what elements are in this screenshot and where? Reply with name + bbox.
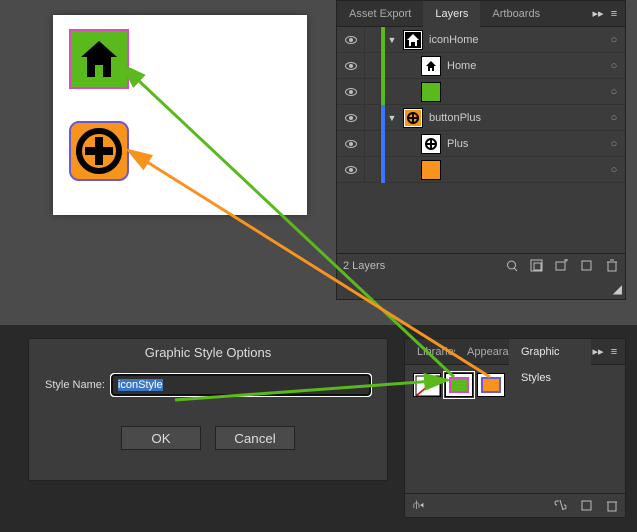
layer-color-bar xyxy=(381,79,385,105)
visibility-toggle[interactable] xyxy=(337,131,365,157)
layers-panel: Asset Export Layers Artboards ▸▸ ≡ ▼ icon… xyxy=(336,0,626,300)
eye-icon xyxy=(345,114,357,122)
layer-color-bar xyxy=(381,157,385,183)
ok-button[interactable]: OK xyxy=(121,426,201,450)
layer-thumbnail xyxy=(421,82,441,102)
tab-layers[interactable]: Layers xyxy=(423,1,480,27)
dialog-title: Graphic Style Options xyxy=(29,339,387,374)
delete-layer-icon[interactable] xyxy=(604,258,619,273)
style-swatch-row xyxy=(405,365,625,405)
layer-thumbnail xyxy=(421,160,441,180)
layer-name[interactable]: buttonPlus xyxy=(427,112,603,124)
panel-resize-icon[interactable]: ◢ xyxy=(613,282,622,296)
layers-footer: 2 Layers xyxy=(337,253,625,277)
layer-rows: ▼ iconHome Home ▼ buttonPlus Plus xyxy=(337,27,625,183)
eye-icon xyxy=(345,62,357,70)
lock-column[interactable] xyxy=(365,53,381,79)
lock-column[interactable] xyxy=(365,27,381,53)
make-clipping-mask-icon[interactable] xyxy=(529,258,544,273)
target-icon[interactable] xyxy=(603,112,625,124)
delete-style-icon[interactable] xyxy=(604,498,619,513)
new-sublayer-icon[interactable] xyxy=(554,258,569,273)
panel-collapse-icon[interactable]: ▸▸ xyxy=(591,7,605,21)
plus-circle-icon xyxy=(75,127,123,175)
disclosure-triangle-icon[interactable]: ▼ xyxy=(385,35,399,45)
tab-asset-export[interactable]: Asset Export xyxy=(337,1,423,27)
layer-name[interactable]: Plus xyxy=(445,138,603,150)
tab-artboards[interactable]: Artboards xyxy=(480,1,552,27)
break-link-icon[interactable] xyxy=(554,498,569,513)
visibility-toggle[interactable] xyxy=(337,53,365,79)
layers-panel-tabs: Asset Export Layers Artboards ▸▸ ≡ xyxy=(337,1,625,27)
tab-libraries[interactable]: Libraries xyxy=(405,339,455,365)
layer-thumbnail xyxy=(421,56,441,76)
eye-icon xyxy=(345,140,357,148)
eye-icon xyxy=(345,166,357,174)
styles-library-menu-icon[interactable]: ⫛◂ xyxy=(411,498,426,513)
target-icon[interactable] xyxy=(603,60,625,72)
house-icon xyxy=(77,37,121,81)
layer-row[interactable]: ▼ iconHome xyxy=(337,27,625,53)
new-style-icon[interactable] xyxy=(579,498,594,513)
eye-icon xyxy=(345,36,357,44)
graphic-style-options-dialog: Graphic Style Options Style Name: OK Can… xyxy=(28,338,388,481)
cancel-button[interactable]: Cancel xyxy=(215,426,295,450)
layer-color-bar xyxy=(381,131,385,157)
new-layer-icon[interactable] xyxy=(579,258,594,273)
lock-column[interactable] xyxy=(365,157,381,183)
gs-footer: ⫛◂ xyxy=(405,493,625,517)
disclosure-triangle-icon[interactable]: ▼ xyxy=(385,113,399,123)
layer-thumbnail xyxy=(421,134,441,154)
style-name-input[interactable] xyxy=(111,374,371,396)
target-icon[interactable] xyxy=(603,34,625,46)
style-name-label: Style Name: xyxy=(45,379,105,391)
visibility-toggle[interactable] xyxy=(337,27,365,53)
visibility-toggle[interactable] xyxy=(337,157,365,183)
layer-row[interactable]: Plus xyxy=(337,131,625,157)
eye-icon xyxy=(345,88,357,96)
layer-row[interactable] xyxy=(337,157,625,183)
layer-row[interactable] xyxy=(337,79,625,105)
visibility-toggle[interactable] xyxy=(337,79,365,105)
lock-column[interactable] xyxy=(365,131,381,157)
panel-menu-icon[interactable]: ≡ xyxy=(607,7,621,21)
layer-count: 2 Layers xyxy=(343,260,385,272)
layer-row[interactable]: ▼ buttonPlus xyxy=(337,105,625,131)
gs-menu-icon[interactable]: ≡ xyxy=(607,345,621,359)
target-icon[interactable] xyxy=(603,138,625,150)
gs-tabs: Libraries Appearance Graphic Styles ▸▸ ≡ xyxy=(405,339,625,365)
gs-collapse-icon[interactable]: ▸▸ xyxy=(591,345,605,359)
style-swatch-default-style[interactable] xyxy=(413,373,441,397)
layer-name[interactable]: iconHome xyxy=(427,34,603,46)
layer-row[interactable]: Home xyxy=(337,53,625,79)
target-icon[interactable] xyxy=(603,86,625,98)
target-icon[interactable] xyxy=(603,164,625,176)
lock-column[interactable] xyxy=(365,105,381,131)
layer-name[interactable]: Home xyxy=(445,60,603,72)
button-plus-art[interactable] xyxy=(69,121,129,181)
layer-thumbnail xyxy=(403,30,423,50)
lock-column[interactable] xyxy=(365,79,381,105)
artboard-canvas xyxy=(53,15,307,215)
tab-graphic-styles[interactable]: Graphic Styles xyxy=(509,339,591,365)
layer-thumbnail xyxy=(403,108,423,128)
icon-home-art[interactable] xyxy=(69,29,129,89)
style-swatch-icon-style[interactable] xyxy=(445,373,473,397)
visibility-toggle[interactable] xyxy=(337,105,365,131)
layer-color-bar xyxy=(381,53,385,79)
tab-appearance[interactable]: Appearance xyxy=(455,339,509,365)
style-swatch-button-style[interactable] xyxy=(477,373,505,397)
graphic-styles-panel: Libraries Appearance Graphic Styles ▸▸ ≡… xyxy=(404,338,626,518)
locate-object-icon[interactable] xyxy=(504,258,519,273)
